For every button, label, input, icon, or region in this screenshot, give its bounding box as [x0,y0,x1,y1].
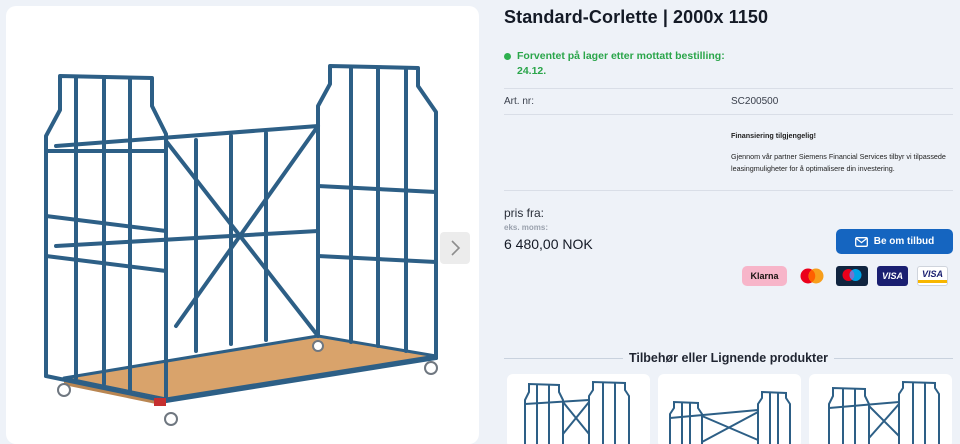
related-product-card[interactable] [507,374,650,444]
chevron-right-icon [451,240,461,256]
cart-thumbnail-image [828,380,940,444]
cart-thumbnail-image [524,380,630,444]
ex-vat-label: eks. moms: [504,223,549,232]
in-stock-dot-icon [504,53,511,60]
related-product-card[interactable] [658,374,801,444]
divider [504,190,953,191]
financing-heading: Finansiering tilgjengelig! [731,131,817,140]
cart-thumbnail-image [669,390,791,444]
mastercard-logo [797,266,827,286]
product-image-gallery [6,6,479,444]
article-number-value: SC200500 [731,96,779,107]
klarna-logo: Klarna [742,266,787,286]
request-quote-label: Be om tilbud [873,236,935,247]
stock-status-text: Forventet på lager etter mottatt bestill… [517,50,725,77]
maestro-logo [836,266,868,286]
financing-body: Gjennom vår partner Siemens Financial Se… [731,152,946,173]
financing-info: Finansiering tilgjengelig! Gjennom vår p… [731,130,953,175]
envelope-icon [854,236,868,247]
related-products-header: Tilbehør eller Lignende produkter [504,350,953,366]
product-image [44,64,438,426]
visa-electron-logo: VISA [917,266,948,286]
article-number-row: Art. nr: SC200500 [504,96,953,107]
price-value: 6 480,00 NOK [504,236,593,252]
divider [504,88,953,89]
request-quote-button[interactable]: Be om tilbud [836,229,953,254]
price-from-label: pris fra: [504,206,545,220]
stock-status: Forventet på lager etter mottatt bestill… [504,49,744,79]
product-title: Standard-Corlette | 2000x 1150 [504,7,769,27]
divider [504,114,953,115]
gallery-next-button[interactable] [440,232,470,264]
visa-logo: VISA [877,266,908,286]
article-number-label: Art. nr: [504,96,535,107]
related-product-card[interactable] [809,374,952,444]
related-products-title: Tilbehør eller Lignende produkter [622,351,835,365]
